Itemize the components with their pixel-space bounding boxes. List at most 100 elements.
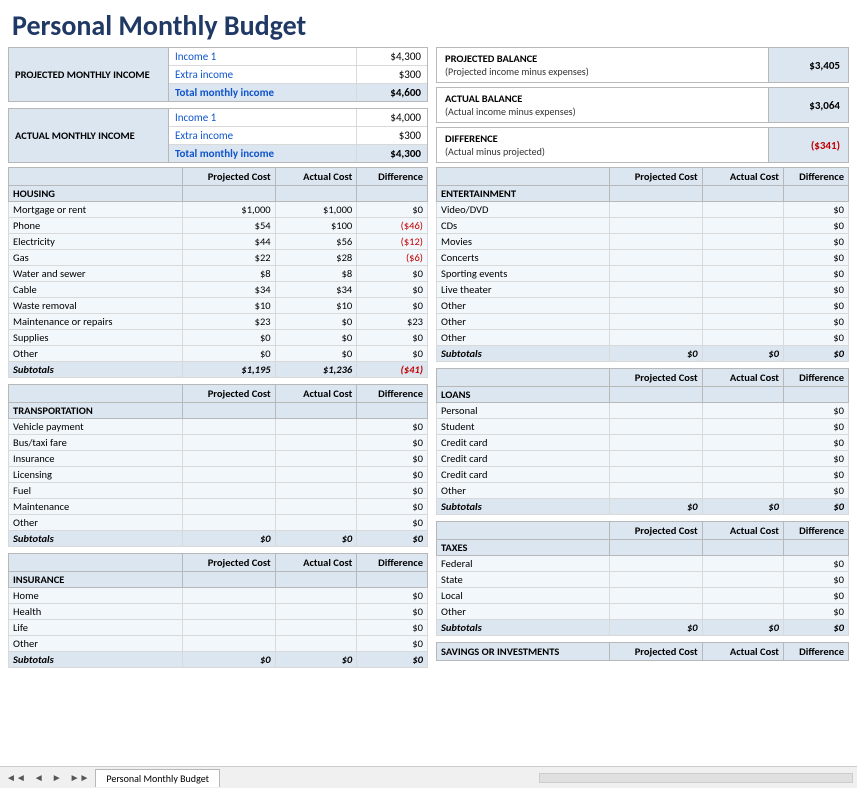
nav-next[interactable]: ►	[50, 771, 64, 784]
row-actual: $34	[275, 282, 357, 298]
taxes-col-diff: Difference	[783, 522, 848, 540]
projected-income-group: PROJECTED MONTHLY INCOME Income 1 $4,300…	[8, 47, 428, 102]
table-row: Other $0	[437, 604, 849, 620]
subtotal-actual: $0	[275, 652, 357, 668]
subtotal-row: Subtotals $0 $0 $0	[437, 499, 849, 515]
cat-name: TRANSPORTATION	[9, 403, 183, 419]
row-name: Credit card	[437, 451, 610, 467]
horizontal-scrollbar[interactable]	[539, 773, 853, 783]
row-name: Concerts	[437, 250, 610, 266]
row-actual	[702, 467, 783, 483]
row-diff: $0	[357, 515, 428, 531]
left-col: Projected Cost Actual Cost Difference HO…	[8, 167, 428, 766]
row-projected	[183, 419, 276, 435]
loans-col-projected: Projected Cost	[610, 369, 702, 387]
row-diff: $0	[357, 604, 428, 620]
row-name: Other	[437, 330, 610, 346]
transportation-table: Projected Cost Actual Cost Difference TR…	[8, 384, 428, 547]
loans-col-actual: Actual Cost	[702, 369, 783, 387]
row-projected: $0	[183, 346, 276, 362]
loans-col-diff: Difference	[783, 369, 848, 387]
row-name: Credit card	[437, 467, 610, 483]
row-name: Other	[9, 346, 183, 362]
row-name: Credit card	[437, 435, 610, 451]
nav-prev[interactable]: ◄	[32, 771, 46, 784]
income-row: Extra income $300	[169, 127, 427, 145]
row-diff: $0	[357, 467, 428, 483]
table-row: Other $0	[9, 515, 428, 531]
row-projected: $1,000	[183, 202, 276, 218]
row-actual: $8	[275, 266, 357, 282]
savings-header: SAVINGS OR INVESTMENTS	[437, 643, 610, 661]
row-projected	[183, 515, 276, 531]
housing-col-projected: Projected Cost	[183, 168, 276, 186]
row-projected	[183, 620, 276, 636]
row-name: Home	[9, 588, 183, 604]
income-row-value: $4,600	[357, 84, 427, 101]
row-name: Other	[437, 314, 610, 330]
row-diff: $0	[357, 330, 428, 346]
row-actual: $0	[275, 330, 357, 346]
row-actual	[702, 234, 783, 250]
row-diff: $0	[357, 620, 428, 636]
table-row: Credit card $0	[437, 451, 849, 467]
balance-title: DIFFERENCE	[445, 132, 760, 145]
table-row: Waste removal $10 $10 $0	[9, 298, 428, 314]
top-section: PROJECTED MONTHLY INCOME Income 1 $4,300…	[0, 47, 857, 163]
savings-table: SAVINGS OR INVESTMENTS Projected Cost Ac…	[436, 642, 849, 661]
row-diff: $0	[783, 483, 848, 499]
income-row: Income 1 $4,300	[169, 48, 427, 66]
table-row: Credit card $0	[437, 435, 849, 451]
row-name: Other	[437, 483, 610, 499]
row-diff: $0	[357, 451, 428, 467]
subtotal-row: Subtotals $1,195 $1,236 ($41)	[9, 362, 428, 378]
subtotal-projected: $0	[610, 499, 702, 515]
row-actual	[702, 298, 783, 314]
row-projected: $44	[183, 234, 276, 250]
subtotal-projected: $0	[610, 620, 702, 636]
income-row-name: Income 1	[169, 48, 357, 65]
subtotal-actual: $0	[702, 499, 783, 515]
row-actual	[702, 266, 783, 282]
right-col: Projected Cost Actual Cost Difference EN…	[436, 167, 849, 766]
subtotal-projected: $1,195	[183, 362, 276, 378]
entertainment-col-diff: Difference	[783, 168, 848, 186]
subtotal-diff: $0	[783, 346, 848, 362]
income-row-value: $4,300	[357, 145, 427, 162]
table-row: Home $0	[9, 588, 428, 604]
nav-last[interactable]: ►►	[68, 771, 92, 784]
table-row: Life $0	[9, 620, 428, 636]
row-name: Waste removal	[9, 298, 183, 314]
transportation-col-projected: Projected Cost	[183, 385, 276, 403]
insurance-header	[9, 554, 183, 572]
table-row: Other $0 $0 $0	[9, 346, 428, 362]
row-diff: $0	[783, 282, 848, 298]
row-actual	[275, 467, 357, 483]
table-row: Supplies $0 $0 $0	[9, 330, 428, 346]
income-row-value: $4,000	[357, 109, 427, 126]
row-diff: $0	[357, 266, 428, 282]
subtotal-actual: $1,236	[275, 362, 357, 378]
row-actual: $28	[275, 250, 357, 266]
row-diff: $0	[357, 636, 428, 652]
row-diff: $0	[357, 419, 428, 435]
nav-first[interactable]: ◄◄	[4, 771, 28, 784]
loans-table: Projected Cost Actual Cost Difference LO…	[436, 368, 849, 515]
row-projected	[610, 250, 702, 266]
row-projected	[610, 266, 702, 282]
row-actual	[702, 451, 783, 467]
actual-income-label: ACTUAL MONTHLY INCOME	[9, 109, 169, 162]
row-name: Electricity	[9, 234, 183, 250]
row-projected	[183, 467, 276, 483]
row-name: Life	[9, 620, 183, 636]
row-name: Phone	[9, 218, 183, 234]
table-row: Maintenance $0	[9, 499, 428, 515]
row-name: Movies	[437, 234, 610, 250]
subtotal-row: Subtotals $0 $0 $0	[437, 620, 849, 636]
row-diff: $0	[783, 419, 848, 435]
row-diff: $0	[783, 604, 848, 620]
row-actual	[702, 556, 783, 572]
table-row: Cable $34 $34 $0	[9, 282, 428, 298]
row-name: Other	[9, 636, 183, 652]
sheet-tab[interactable]: Personal Monthly Budget	[95, 769, 220, 787]
